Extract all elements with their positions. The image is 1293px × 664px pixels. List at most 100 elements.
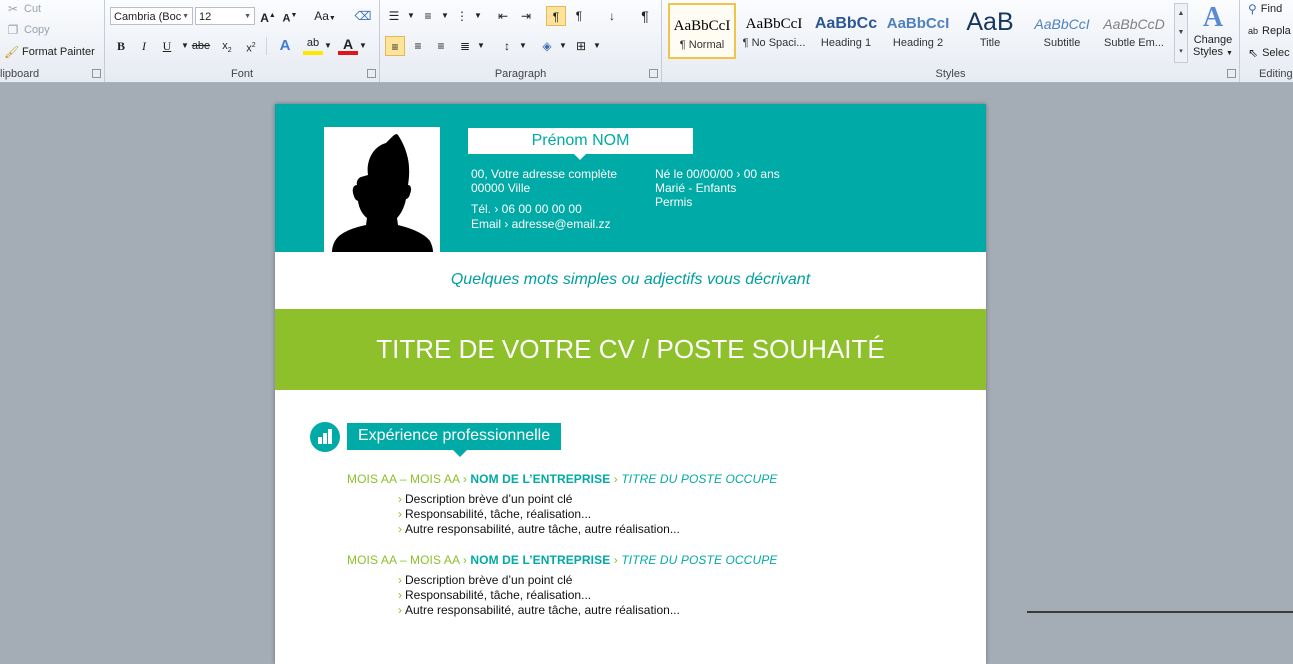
job-bullet-text: Autre responsabilité, autre tâche, autre… [405, 603, 680, 617]
job-dates: MOIS AA – MOIS AA [347, 553, 460, 567]
font-size-combo[interactable]: 12 ▼ [195, 7, 255, 25]
rtl-paragraph-icon[interactable]: ¶ [569, 6, 589, 26]
chevron-down-icon[interactable]: ▼ [318, 36, 338, 56]
chevron-down-icon[interactable]: ▼ [468, 6, 488, 26]
paragraph-group: ☰ ▼ ≡ ▼ ⋮ ▼ ⇤ ⇥ ¶ ¶ ↓ ¶ ≡ ≡ ≡ ≣ ▼ ↕ ▼ ◈ … [380, 0, 662, 82]
select-label: Selec [1262, 47, 1290, 59]
align-left-icon[interactable]: ≡ [385, 36, 405, 56]
binoculars-icon: ⚲ [1248, 2, 1257, 16]
name-pointer-arrow [574, 154, 586, 160]
style-title[interactable]: AaB Title [956, 3, 1024, 59]
arrow-icon: › [398, 603, 402, 617]
align-right-icon[interactable]: ≡ [431, 36, 451, 56]
job-bullet: › Autre responsabilité, autre tâche, autr… [398, 603, 680, 618]
ribbon: ✂ Cut ❐ Copy 🖌 Format Painter lipboard C… [0, 0, 1293, 83]
cv-name: Prénom NOM [468, 128, 693, 154]
styles-gallery-scroll[interactable]: ▲ ▼ ▾ [1174, 3, 1188, 63]
replace-icon: ab [1248, 26, 1259, 36]
style-subtle-emphasis[interactable]: AaBbCcD Subtle Em... [1100, 3, 1168, 59]
address-line-1: 00, Votre adresse complète [471, 167, 618, 181]
arrow-icon: › [398, 507, 402, 521]
style-name: Heading 2 [892, 37, 944, 49]
document-page[interactable]: Prénom NOM 00, Votre adresse complète 00… [275, 104, 986, 664]
replace-button[interactable]: ab Repla [1248, 24, 1291, 38]
paintbrush-icon: 🖌 [4, 45, 20, 59]
clear-formatting-icon[interactable]: ⌫ [353, 6, 373, 26]
cursor-icon: ⇖ [1248, 46, 1259, 60]
copy-button[interactable]: ❐ Copy [6, 23, 50, 37]
style-heading-1[interactable]: AaBbCc Heading 1 [812, 3, 880, 59]
style-name: Heading 1 [820, 37, 872, 49]
arrow-icon: › [462, 553, 467, 567]
editing-group: ⚲ Find ab Repla ⇖ Selec Editing [1240, 0, 1293, 82]
font-size-value: 12 [199, 11, 212, 23]
style-no-spacing[interactable]: AaBbCcI ¶ No Spaci... [740, 3, 808, 59]
clipboard-dialog-launcher[interactable] [92, 69, 101, 78]
style-preview: AaBbCc [814, 15, 878, 32]
copy-icon: ❐ [7, 23, 19, 37]
clipboard-group-label: lipboard [0, 68, 40, 80]
change-case-label: Aa [314, 9, 329, 23]
find-button[interactable]: ⚲ Find [1248, 2, 1282, 16]
subscript-icon[interactable]: x2 [217, 36, 237, 56]
job-bullet: › Responsabilité, tâche, réalisation... [398, 588, 591, 603]
decrease-indent-icon[interactable]: ⇤ [493, 6, 513, 26]
style-name: ¶ No Spaci... [742, 37, 806, 49]
bold-icon[interactable]: B [111, 36, 131, 56]
italic-icon[interactable]: I [134, 36, 154, 56]
clipboard-group: ✂ Cut ❐ Copy 🖌 Format Painter lipboard [0, 0, 105, 82]
shrink-font-icon[interactable]: A▼ [280, 6, 300, 26]
style-preview: AaB [966, 8, 1014, 36]
format-painter-label: Format Painter [22, 46, 95, 58]
underline-icon[interactable]: U [157, 36, 177, 56]
cut-button[interactable]: ✂ Cut [6, 2, 41, 16]
change-styles-button[interactable]: A Change Styles ▼ [1190, 2, 1236, 60]
paragraph-dialog-launcher[interactable] [649, 69, 658, 78]
phone-number: Tél. › 06 00 00 00 00 [471, 202, 582, 216]
chevron-down-icon[interactable]: ▼ [587, 36, 607, 56]
strikethrough-icon[interactable]: abe [191, 36, 211, 56]
chevron-down-icon[interactable]: ▼ [553, 36, 573, 56]
style-name: ¶ Normal [679, 39, 725, 51]
style-name: Title [979, 37, 1001, 49]
show-formatting-icon[interactable]: ¶ [635, 6, 655, 26]
address-line-2: 00000 Ville [471, 181, 531, 195]
chevron-down-icon[interactable]: ▼ [471, 36, 491, 56]
cv-header: Prénom NOM 00, Votre adresse complète 00… [275, 104, 986, 252]
job-bullet: › Autre responsabilité, autre tâche, autr… [398, 522, 680, 537]
family-status: Marié - Enfants [655, 181, 737, 195]
styles-group: AaBbCcI ¶ Normal AaBbCcI ¶ No Spaci... A… [662, 0, 1240, 82]
superscript-icon[interactable]: x2 [241, 36, 261, 56]
change-case-button[interactable]: Aa▼ [310, 6, 340, 26]
increase-indent-icon[interactable]: ⇥ [516, 6, 536, 26]
cv-title: TITRE DE VOTRE CV / POSTE SOUHAITÉ [376, 334, 885, 364]
style-name: Subtle Em... [1104, 37, 1164, 49]
format-painter-button[interactable]: 🖌 Format Painter [4, 45, 95, 59]
style-preview: AaBbCcI [1034, 16, 1090, 32]
style-normal[interactable]: AaBbCcI ¶ Normal [668, 3, 736, 59]
styles-dialog-launcher[interactable] [1227, 69, 1236, 78]
ltr-paragraph-icon[interactable]: ¶ [546, 6, 566, 26]
chevron-down-icon[interactable]: ▼ [513, 36, 533, 56]
style-preview: AaBbCcI [886, 15, 950, 32]
select-button[interactable]: ⇖ Selec [1248, 46, 1290, 60]
font-name-combo[interactable]: Cambria (Boc ▼ [110, 7, 193, 25]
text-effects-icon[interactable]: A [275, 36, 295, 56]
align-center-icon[interactable]: ≡ [408, 36, 428, 56]
section-pointer-arrow [453, 450, 467, 457]
divider [1027, 611, 1293, 613]
arrow-icon: › [398, 573, 402, 587]
style-subtitle[interactable]: AaBbCcI Subtitle [1028, 3, 1096, 59]
grow-font-icon[interactable]: A▲ [258, 6, 278, 26]
section-title: Expérience professionnelle [347, 423, 562, 450]
copy-label: Copy [24, 24, 50, 36]
style-heading-2[interactable]: AaBbCcI Heading 2 [884, 3, 952, 59]
person-silhouette-icon [332, 134, 433, 252]
font-dialog-launcher[interactable] [367, 69, 376, 78]
style-preview: AaBbCcI [745, 16, 803, 32]
chevron-down-icon[interactable]: ▼ [353, 36, 373, 56]
sort-icon[interactable]: ↓ [602, 6, 622, 26]
job-bullet-text: Description brève d’un point clé [405, 492, 573, 506]
driving-license: Permis [655, 195, 693, 209]
styles-group-label: Styles [935, 68, 966, 80]
